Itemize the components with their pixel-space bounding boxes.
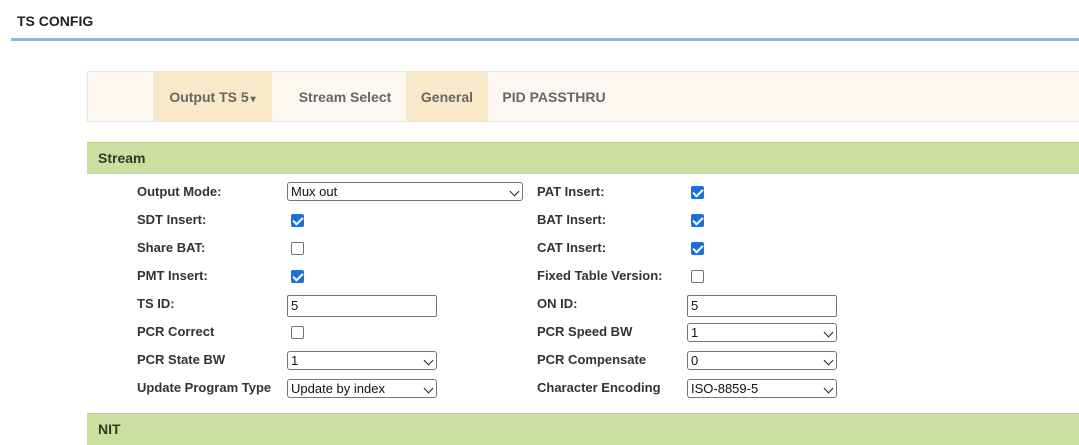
pcr-compensate-value: 0 [691,353,699,368]
pat-insert-checkbox[interactable] [691,186,704,199]
character-encoding-select[interactable]: ISO-8859-5 [687,379,837,398]
pcr-state-bw-label: PCR State BW [137,352,226,367]
section-title-stream: Stream [98,150,146,166]
section-title-nit: NIT [98,421,121,437]
on-id-input[interactable]: 5 [687,295,837,317]
pmt-insert-label: PMT Insert: [137,268,208,283]
pmt-insert-checkbox[interactable] [291,270,304,283]
output-mode-value: Mux out [291,184,338,199]
output-mode-select[interactable]: Mux out [287,182,523,201]
pcr-compensate-select[interactable]: 0 [687,351,837,370]
header-divider [11,38,1079,41]
chevron-down-icon [823,383,834,394]
fixed-table-version-label: Fixed Table Version: [537,268,663,283]
pcr-compensate-label: PCR Compensate [537,352,647,367]
pcr-speed-bw-label: PCR Speed BW [537,324,633,339]
pcr-state-bw-value: 1 [291,353,299,368]
share-bat-label: Share BAT: [137,240,206,255]
pcr-state-bw-select[interactable]: 1 [287,351,437,370]
bat-insert-checkbox[interactable] [691,214,704,227]
chevron-down-icon [823,327,834,338]
character-encoding-value: ISO-8859-5 [691,381,759,396]
page-title: TS CONFIG [17,13,94,29]
caret-down-icon: ▾ [250,94,256,105]
tab-bar: Output TS 5 ▾ Stream Select General PID P… [87,71,1079,122]
page-header: TS CONFIG [0,0,1079,41]
sdt-insert-label: SDT Insert: [137,212,207,227]
output-mode-label: Output Mode: [137,184,222,199]
on-id-label: ON ID: [537,296,578,311]
share-bat-checkbox[interactable] [291,242,304,255]
update-program-type-value: Update by index [291,381,385,396]
chevron-down-icon [423,355,434,366]
chevron-down-icon [509,186,520,197]
pat-insert-label: PAT Insert: [537,184,605,199]
tab-general[interactable]: General [406,72,488,121]
cat-insert-checkbox[interactable] [691,242,704,255]
pcr-speed-bw-value: 1 [691,325,699,340]
tab-pid-passthru[interactable]: PID PASSTHRU [494,72,614,121]
ts-id-input[interactable]: 5 [287,295,437,317]
tab-stream-select[interactable]: Stream Select [284,72,406,121]
character-encoding-label: Character Encoding [537,380,661,395]
ts-id-label: TS ID: [137,296,175,311]
update-program-type-label: Update Program Type [137,380,272,395]
section-header-nit: NIT [87,413,1079,445]
pcr-correct-checkbox[interactable] [291,326,304,339]
bat-insert-label: BAT Insert: [537,212,607,227]
section-header-stream: Stream [87,142,1079,174]
tab-output-ts-dropdown[interactable]: Output TS 5 ▾ [153,72,272,121]
chevron-down-icon [423,383,434,394]
pcr-speed-bw-select[interactable]: 1 [687,323,837,342]
cat-insert-label: CAT Insert: [537,240,607,255]
tab-output-ts-label: Output TS 5 [169,89,249,105]
fixed-table-version-checkbox[interactable] [691,270,704,283]
chevron-down-icon [823,355,834,366]
pcr-correct-label: PCR Correct [137,324,215,339]
update-program-type-select[interactable]: Update by index [287,379,437,398]
sdt-insert-checkbox[interactable] [291,214,304,227]
